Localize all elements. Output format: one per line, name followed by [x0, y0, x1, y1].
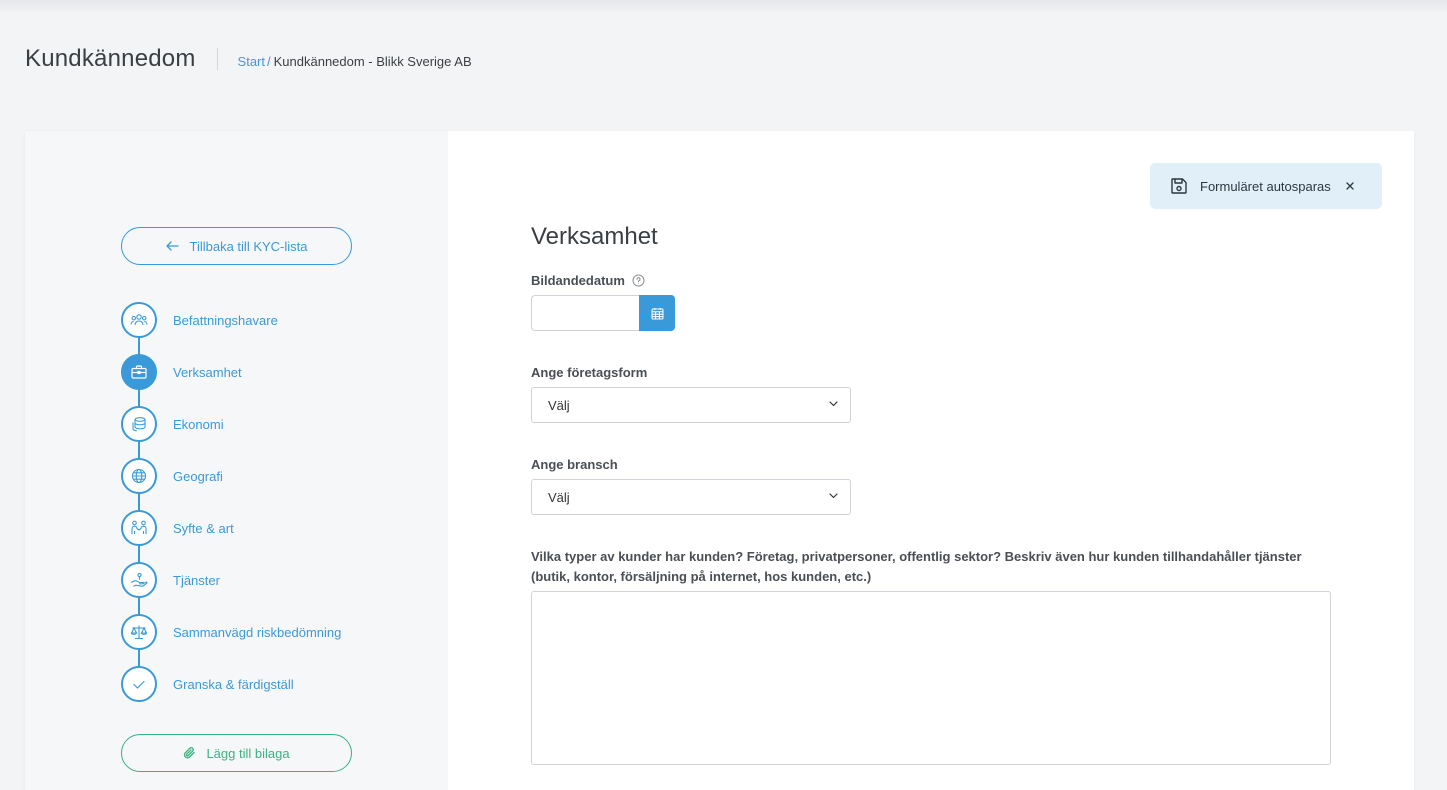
arrow-left-icon — [165, 241, 179, 251]
chevron-down-icon — [829, 401, 838, 407]
step-label: Ekonomi — [173, 416, 224, 432]
section-title: Verksamhet — [531, 223, 658, 250]
scale-icon — [121, 614, 157, 650]
help-icon[interactable] — [632, 274, 645, 287]
step-befattningshavare[interactable]: Befattningshavare — [121, 302, 421, 338]
add-attachment-button[interactable]: Lägg till bilaga — [121, 734, 352, 772]
step-tjanster[interactable]: Tjänster — [121, 562, 421, 598]
hand-service-icon — [121, 562, 157, 598]
close-icon[interactable] — [1345, 181, 1355, 191]
founding-date-label: Bildandedatum — [531, 273, 645, 288]
industry-value: Välj — [548, 489, 570, 505]
step-sammanvagd-riskbedomning[interactable]: Sammanvägd riskbedömning — [121, 614, 421, 650]
customer-types-label: Vilka typer av kunder har kunden? Företa… — [531, 549, 1302, 584]
breadcrumb-start-link[interactable]: Start — [238, 54, 265, 69]
top-bar-shadow — [0, 0, 1447, 14]
founding-date-input[interactable] — [531, 295, 639, 331]
calendar-button[interactable] — [639, 295, 675, 331]
breadcrumb-current: Kundkännedom - Blikk Sverige AB — [273, 53, 472, 69]
step-verksamhet[interactable]: Verksamhet — [121, 354, 421, 390]
step-geografi[interactable]: Geografi — [121, 458, 421, 494]
save-icon — [1170, 177, 1188, 195]
back-button-label: Tillbaka till KYC-lista — [189, 238, 308, 254]
company-form-value: Välj — [548, 397, 570, 413]
page-header: Kundkännedom Start / Kundkännedom - Blikk … — [25, 44, 472, 74]
briefcase-icon — [121, 354, 157, 390]
back-to-kyc-list-button[interactable]: Tillbaka till KYC-lista — [121, 227, 352, 265]
breadcrumb: Start / Kundkännedom - Blikk Sverige AB — [238, 54, 472, 69]
step-label: Syfte & art — [173, 520, 234, 536]
step-label: Sammanvägd riskbedömning — [173, 624, 342, 640]
kyc-sidebar: Tillbaka till KYC-lista Befattningshavar… — [25, 131, 448, 790]
step-syfte-art[interactable]: Syfte & art — [121, 510, 421, 546]
calendar-icon — [651, 307, 664, 320]
industry-label: Ange bransch — [531, 457, 618, 472]
header-divider — [216, 48, 218, 70]
check-icon — [121, 666, 157, 702]
founding-date-group — [531, 295, 675, 331]
company-form-label: Ange företagsform — [531, 365, 648, 380]
coins-icon — [121, 406, 157, 442]
attach-button-label: Lägg till bilaga — [206, 745, 290, 761]
chevron-down-icon — [829, 493, 838, 499]
breadcrumb-separator: / — [267, 53, 271, 69]
step-label: Granska & färdigställ — [173, 676, 294, 692]
step-label: Befattningshavare — [173, 312, 278, 328]
autosave-notice: Formuläret autosparas — [1150, 163, 1382, 209]
autosave-text: Formuläret autosparas — [1200, 178, 1331, 194]
paperclip-icon — [183, 746, 196, 760]
globe-icon — [121, 458, 157, 494]
step-label: Tjänster — [173, 572, 220, 588]
page-title: Kundkännedom — [25, 45, 196, 72]
people-icon — [121, 302, 157, 338]
step-label: Verksamhet — [173, 364, 242, 380]
step-ekonomi[interactable]: Ekonomi — [121, 406, 421, 442]
step-label: Geografi — [173, 468, 223, 484]
company-form-select[interactable]: Välj — [531, 387, 851, 423]
verksamhet-form: Verksamhet Bildandedatum Ange företagsfo… — [531, 223, 1331, 765]
industry-select[interactable]: Välj — [531, 479, 851, 515]
handshake-people-icon — [121, 510, 157, 546]
step-granska-fardigstall[interactable]: Granska & färdigställ — [121, 666, 421, 702]
founding-date-label-text: Bildandedatum — [531, 273, 625, 288]
customer-types-textarea[interactable] — [531, 591, 1331, 765]
kyc-card: Tillbaka till KYC-lista Befattningshavar… — [25, 131, 1414, 790]
